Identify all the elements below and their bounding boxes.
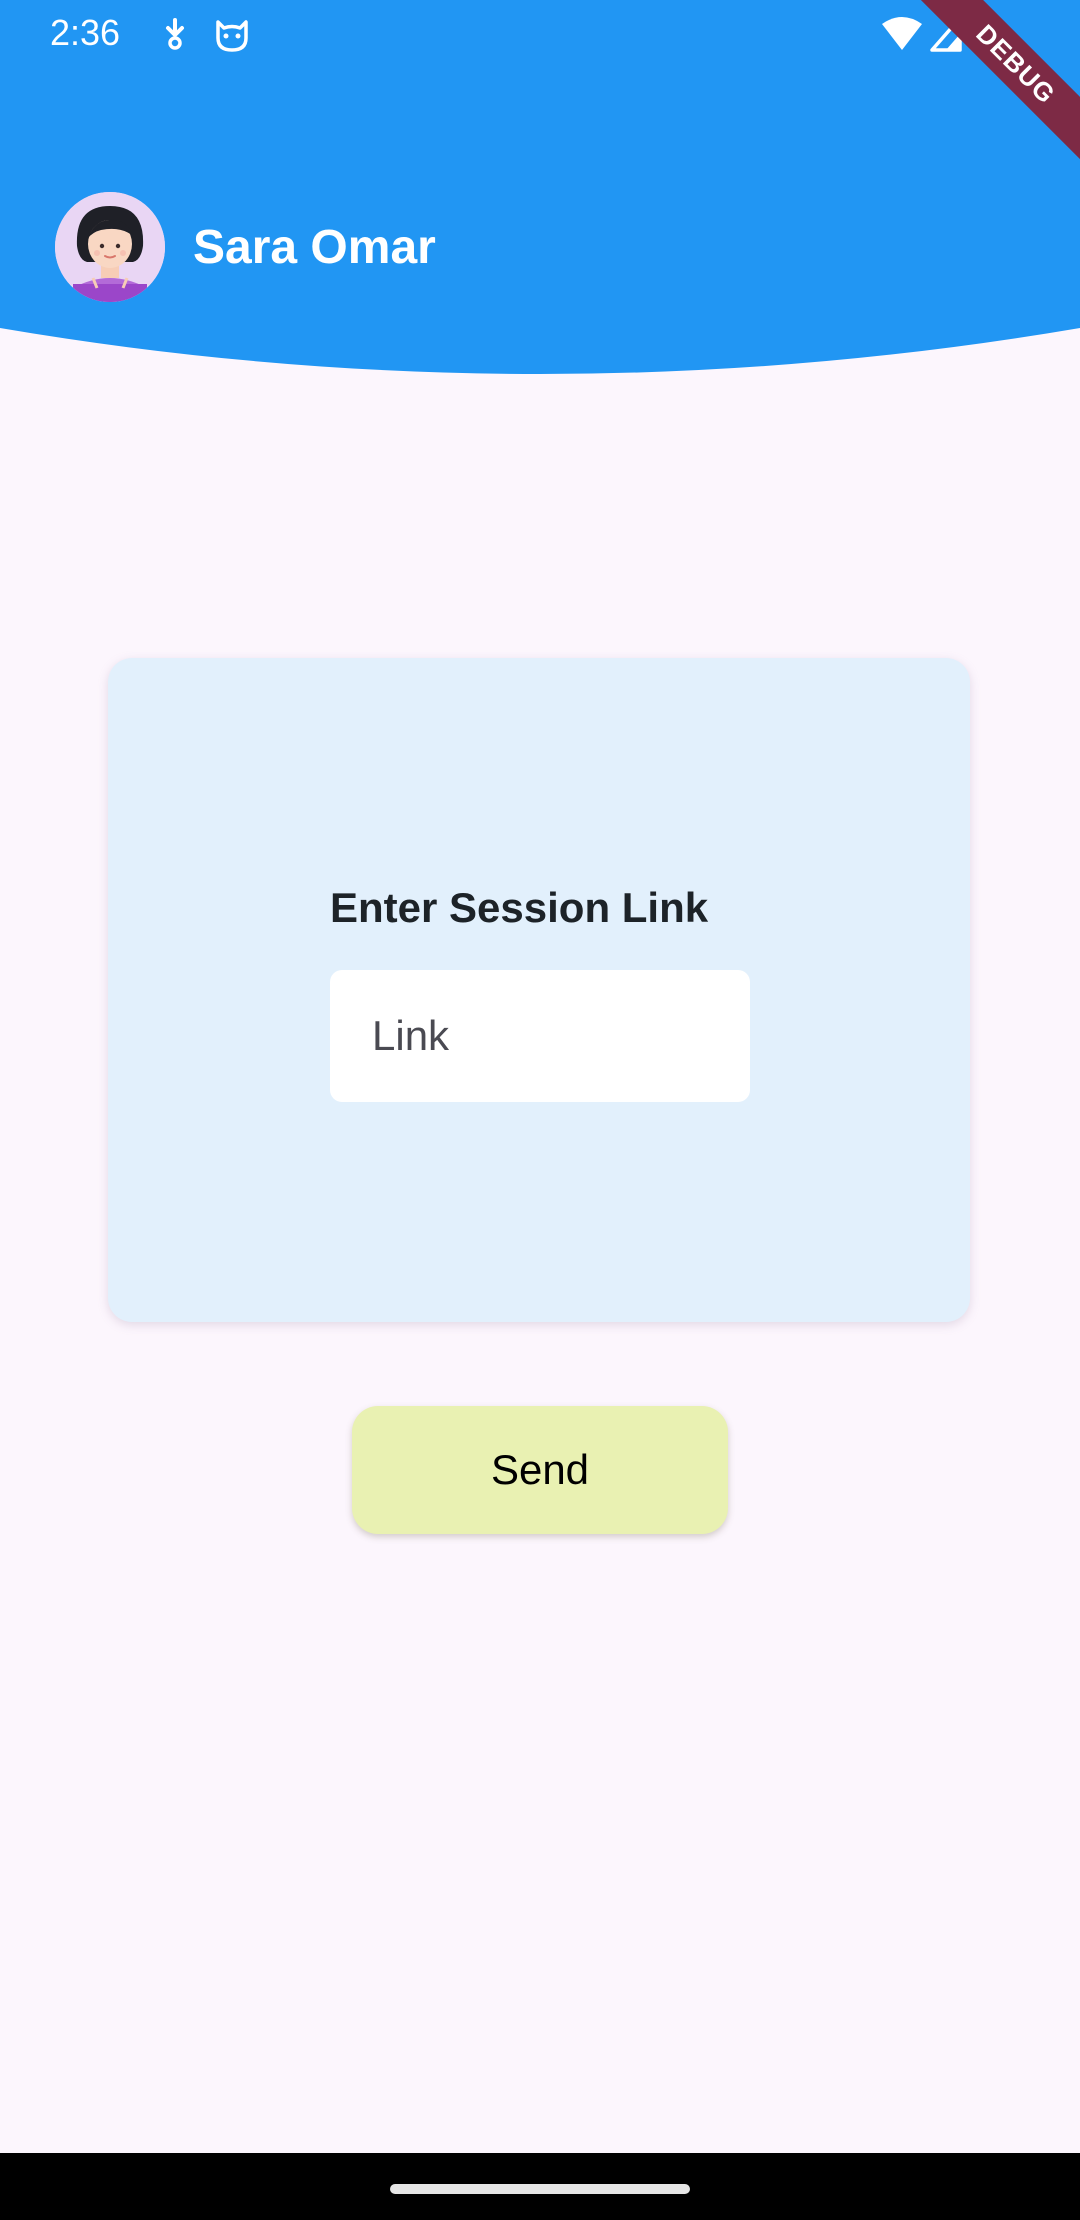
wifi-icon <box>882 17 922 50</box>
avatar-woman-illustration <box>55 192 165 302</box>
card-title: Enter Session Link <box>330 884 709 931</box>
session-link-card: Enter Session Link <box>108 658 970 1322</box>
system-navigation-bar <box>0 2153 1080 2220</box>
status-bar: 2:36 <box>0 0 1080 70</box>
session-link-input[interactable] <box>330 970 750 1102</box>
cat-face-icon <box>216 20 248 52</box>
avatar[interactable] <box>55 192 165 302</box>
home-indicator[interactable] <box>390 2184 690 2194</box>
debug-banner-label: DEBUG <box>920 0 1080 160</box>
send-button[interactable]: Send <box>352 1406 728 1534</box>
download-icon <box>166 18 184 50</box>
user-name: Sara Omar <box>193 220 436 274</box>
user-profile[interactable]: Sara Omar <box>55 192 436 302</box>
status-time: 2:36 <box>50 12 121 53</box>
app-screen: 2:36 DEBUG Sara Omar Enter Session Link … <box>0 0 1080 2220</box>
debug-banner: DEBUG <box>920 0 1080 160</box>
